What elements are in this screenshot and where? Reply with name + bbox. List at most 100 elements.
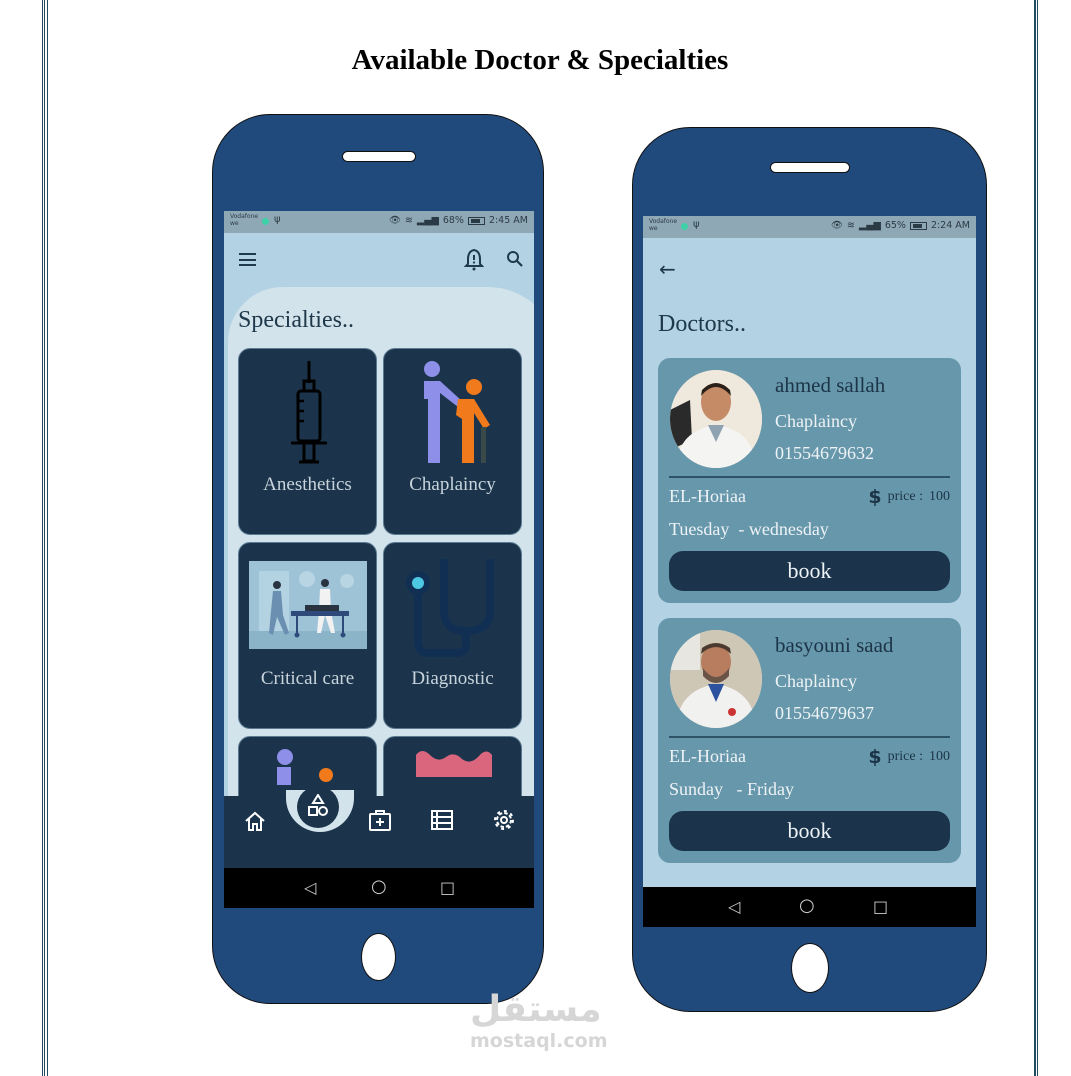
status-bar: Vodafone we ψ 👁 ≋ ▂▄▆ 65% 2:24 AM	[643, 216, 976, 238]
clock: 2:24 AM	[930, 220, 970, 231]
doctor-phone: 01554679637	[775, 703, 874, 723]
specialties-screen: Vodafone we ψ 👁 ≋ ▂▄▆ 68% 2:45 AM Specia…	[224, 211, 534, 908]
specialty-card-diagnostic[interactable]: Diagnostic	[383, 542, 522, 729]
book-button[interactable]: book	[669, 811, 950, 851]
search-icon[interactable]	[506, 250, 524, 268]
watermark-text: mostaql.com	[470, 1030, 608, 1052]
doctor-card: basyouni saad Chaplaincy 01554679637 EL-…	[658, 618, 961, 863]
book-button[interactable]: book	[669, 551, 950, 591]
syringe-icon	[291, 361, 327, 464]
price-label: price :	[887, 749, 923, 764]
doctor-phone: 01554679632	[775, 443, 874, 463]
carrier-label: Vodafone we	[230, 213, 258, 227]
doctor-price: $ price : 100	[868, 746, 950, 768]
price-value: 100	[929, 489, 950, 504]
system-navigation-bar: ◁ ○ □	[224, 868, 534, 908]
specialty-label: Critical care	[260, 668, 355, 689]
carrier-name: Vodafone	[230, 213, 259, 220]
stretcher-illustration	[249, 561, 367, 649]
doctor-days: Tuesday - wednesday	[669, 519, 829, 539]
signal-icon: ▂▄▆	[858, 220, 881, 231]
list-icon[interactable]	[431, 810, 453, 830]
home-icon[interactable]	[244, 810, 266, 832]
wifi-icon: ≋	[846, 220, 855, 231]
shapes-icon	[308, 794, 328, 816]
battery-icon	[909, 221, 927, 230]
wifi-icon: ≋	[404, 215, 413, 226]
section-title: Specialties..	[238, 307, 354, 333]
specialty-card-anesthetics[interactable]: Anesthetics	[238, 348, 377, 535]
hamburger-menu-icon[interactable]	[239, 253, 256, 266]
specialty-card-chaplaincy[interactable]: Chaplaincy	[383, 348, 522, 535]
doctor-specialty: Chaplaincy	[775, 411, 857, 431]
eye-icon: 👁	[830, 220, 843, 231]
card-divider	[669, 476, 950, 478]
doctor-name: ahmed sallah	[775, 373, 886, 397]
system-recents-button[interactable]: □	[440, 878, 455, 897]
carrier-name: Vodafone	[649, 218, 678, 225]
back-arrow-icon[interactable]: ←	[659, 257, 676, 281]
doctor-avatar	[670, 370, 762, 468]
usb-icon: ψ	[274, 214, 281, 225]
medical-kit-icon[interactable]	[368, 808, 392, 832]
system-home-button[interactable]: ○	[799, 895, 815, 916]
phone-doctors: Vodafone we ψ 👁 ≋ ▂▄▆ 65% 2:24 AM ← Doct…	[632, 127, 987, 1012]
doctor-days: Sunday - Friday	[669, 779, 794, 799]
stethoscope-icon	[406, 559, 494, 657]
doctor-price: $ price : 100	[868, 486, 950, 508]
page-border-left	[42, 0, 48, 1076]
carrier-label: Vodafone we	[649, 218, 677, 232]
specialty-card-critical-care[interactable]: Critical care	[238, 542, 377, 729]
system-back-button[interactable]: ◁	[728, 897, 740, 916]
nav-specialties-button[interactable]	[297, 786, 339, 828]
bell-alert-icon[interactable]	[464, 248, 484, 272]
doctor-location: EL-Horiaa	[669, 746, 746, 766]
people-icon	[277, 749, 333, 785]
card-divider	[669, 736, 950, 738]
intestine-icon	[416, 751, 492, 777]
doctor-location: EL-Horiaa	[669, 486, 746, 506]
system-back-button[interactable]: ◁	[304, 878, 316, 897]
specialty-label: Diagnostic	[411, 668, 494, 689]
phone-speaker	[770, 162, 850, 173]
doctors-screen: Vodafone we ψ 👁 ≋ ▂▄▆ 65% 2:24 AM ← Doct…	[643, 216, 976, 927]
system-recents-button[interactable]: □	[873, 897, 888, 916]
carrier-sub: we	[649, 225, 658, 232]
doctor-specialty: Chaplaincy	[775, 671, 857, 691]
doctor-name: basyouni saad	[775, 633, 894, 657]
battery-icon	[467, 216, 485, 225]
caregiver-icon	[424, 361, 490, 463]
battery-percent: 65%	[884, 220, 906, 231]
dollar-icon: $	[868, 746, 882, 768]
status-right: 👁 ≋ ▂▄▆ 65% 2:24 AM	[831, 220, 970, 231]
doctor-avatar	[670, 630, 762, 728]
system-home-button[interactable]: ○	[371, 876, 387, 897]
status-right: 👁 ≋ ▂▄▆ 68% 2:45 AM	[389, 215, 528, 226]
specialty-label: Anesthetics	[263, 474, 352, 495]
phone-specialties: Vodafone we ψ 👁 ≋ ▂▄▆ 68% 2:45 AM Specia…	[212, 114, 544, 1004]
shield-status-icon	[262, 218, 269, 225]
price-label: price :	[887, 489, 923, 504]
phone-home-button	[791, 943, 829, 993]
status-bar: Vodafone we ψ 👁 ≋ ▂▄▆ 68% 2:45 AM	[224, 211, 534, 233]
price-value: 100	[929, 749, 950, 764]
carrier-sub: we	[230, 220, 239, 227]
signal-icon: ▂▄▆	[416, 215, 439, 226]
system-navigation-bar: ◁ ○ □	[643, 887, 976, 927]
specialty-label: Chaplaincy	[409, 474, 496, 495]
eye-icon: 👁	[388, 215, 401, 226]
watermark: مستقل mostaql.com	[470, 989, 608, 1053]
shield-status-icon	[681, 223, 688, 230]
page-border-right	[1034, 0, 1038, 1076]
battery-percent: 68%	[442, 215, 464, 226]
watermark-arabic: مستقل	[470, 989, 602, 1030]
clock: 2:45 AM	[488, 215, 528, 226]
phone-home-button	[361, 933, 396, 981]
bottom-navigation	[224, 786, 534, 868]
phone-speaker	[342, 151, 416, 162]
gear-icon[interactable]	[492, 808, 516, 832]
section-title: Doctors..	[658, 311, 746, 337]
doctor-card: ahmed sallah Chaplaincy 01554679632 EL-H…	[658, 358, 961, 603]
usb-icon: ψ	[693, 219, 700, 230]
document-title: Available Doctor & Specialties	[351, 44, 729, 76]
